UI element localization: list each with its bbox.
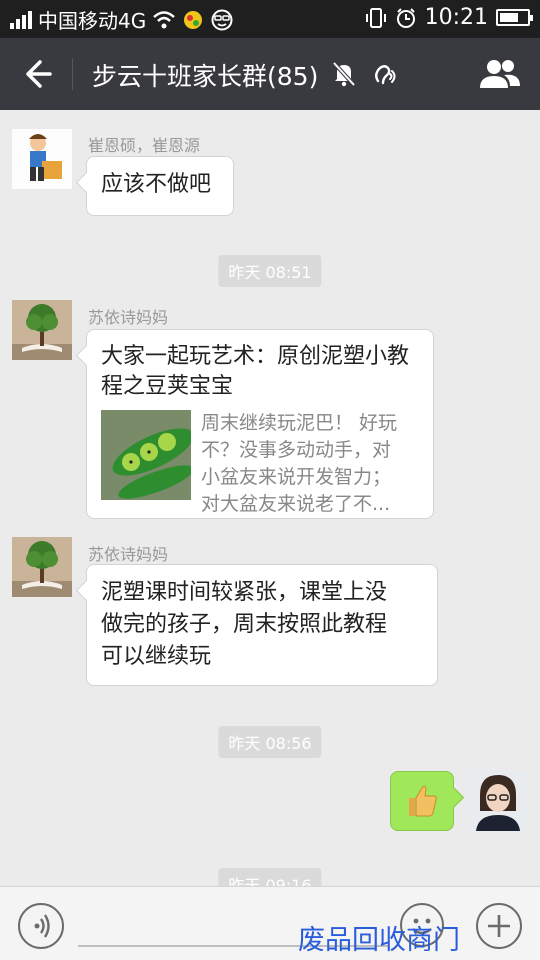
app-notification-icon <box>184 10 203 29</box>
avatar[interactable] <box>12 129 72 189</box>
message-bubble[interactable]: 应该不做吧 <box>86 156 234 216</box>
avatar[interactable] <box>12 300 72 360</box>
message-text-line: 可以继续玩 <box>101 644 212 669</box>
mute-bell-icon <box>332 61 356 87</box>
sender-name: 苏依诗妈妈 <box>88 308 169 327</box>
message-text-line: 做完的孩子，周末按照此教程 <box>101 612 388 637</box>
battery-icon <box>496 9 533 26</box>
link-thumbnail <box>101 410 191 500</box>
link-card[interactable]: 大家一起玩艺术：原创泥塑小教程之豆荚宝宝 周末继续玩泥巴！ 好玩 不？没事多动动… <box>86 329 434 519</box>
face-icon <box>211 9 233 30</box>
message-bubble[interactable]: 泥塑课时间较紧张，课堂上没 做完的孩子，周末按照此教程 可以继续玩 <box>86 564 438 686</box>
clock-time: 10:21 <box>424 5 488 30</box>
sender-name: 苏依诗妈妈 <box>88 545 169 564</box>
back-arrow-icon[interactable] <box>16 54 56 94</box>
chat-header: 步云十班家长群(85) <box>0 38 540 110</box>
message-text: 应该不做吧 <box>101 172 212 197</box>
carrier-label: 中国移动4G <box>38 9 147 33</box>
voice-button[interactable] <box>18 903 64 949</box>
timestamp-chip: 昨天 08:56 <box>218 726 322 758</box>
link-title: 大家一起玩艺术：原创泥塑小教程之豆荚宝宝 <box>101 344 410 399</box>
vibrate-icon <box>365 7 386 28</box>
timestamp-chip: 昨天 08:51 <box>218 255 322 287</box>
avatar-self[interactable] <box>468 771 528 831</box>
signal-icon <box>10 10 32 29</box>
more-button[interactable] <box>476 903 522 949</box>
plus-icon <box>488 915 510 937</box>
thumbs-up-icon <box>409 785 437 817</box>
chat-title[interactable]: 步云十班家长群(85) <box>92 57 318 93</box>
link-description: 周末继续玩泥巴！ 好玩 不？没事多动动手，对 小盆友来说开发智力； 对大盆友来说… <box>201 412 398 515</box>
header-divider <box>72 58 73 90</box>
wifi-icon <box>153 10 176 28</box>
alarm-icon <box>396 7 415 28</box>
earpiece-icon <box>375 65 396 85</box>
status-bar: 中国移动4G 10:21 <box>0 0 540 38</box>
message-text-line: 泥塑课时间较紧张，课堂上没 <box>101 580 388 605</box>
watermark: 废品回收商门 <box>298 925 460 955</box>
members-icon[interactable] <box>478 56 522 92</box>
sender-name: 崔恩硕，崔恩源 <box>88 136 201 155</box>
message-bubble-self[interactable] <box>390 771 454 831</box>
avatar[interactable] <box>12 537 72 597</box>
voice-icon <box>34 914 50 938</box>
